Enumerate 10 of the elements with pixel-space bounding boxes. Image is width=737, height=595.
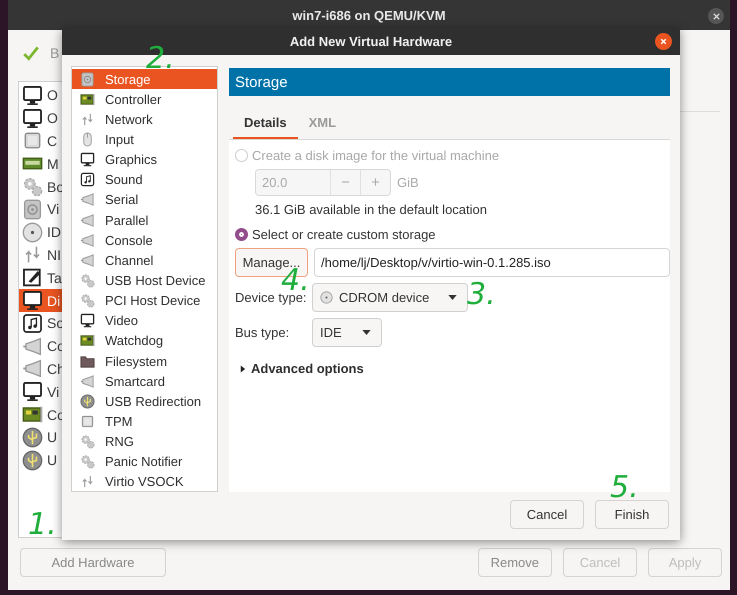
annotation: 5. [610,473,639,503]
field-label: Device type: [235,290,308,305]
annotation: 1. [28,510,57,540]
dialog-title: Add New Virtual Hardware [290,34,452,49]
panel-header: Storage [229,68,670,96]
field-label: Bus type: [235,325,290,340]
available-space-note: 36.1 GiB available in the default location [255,202,488,217]
annotation: 3. [467,280,496,310]
window-title: win7-i686 on QEMU/KVM [292,8,446,22]
unit-label: GiB [397,175,419,190]
